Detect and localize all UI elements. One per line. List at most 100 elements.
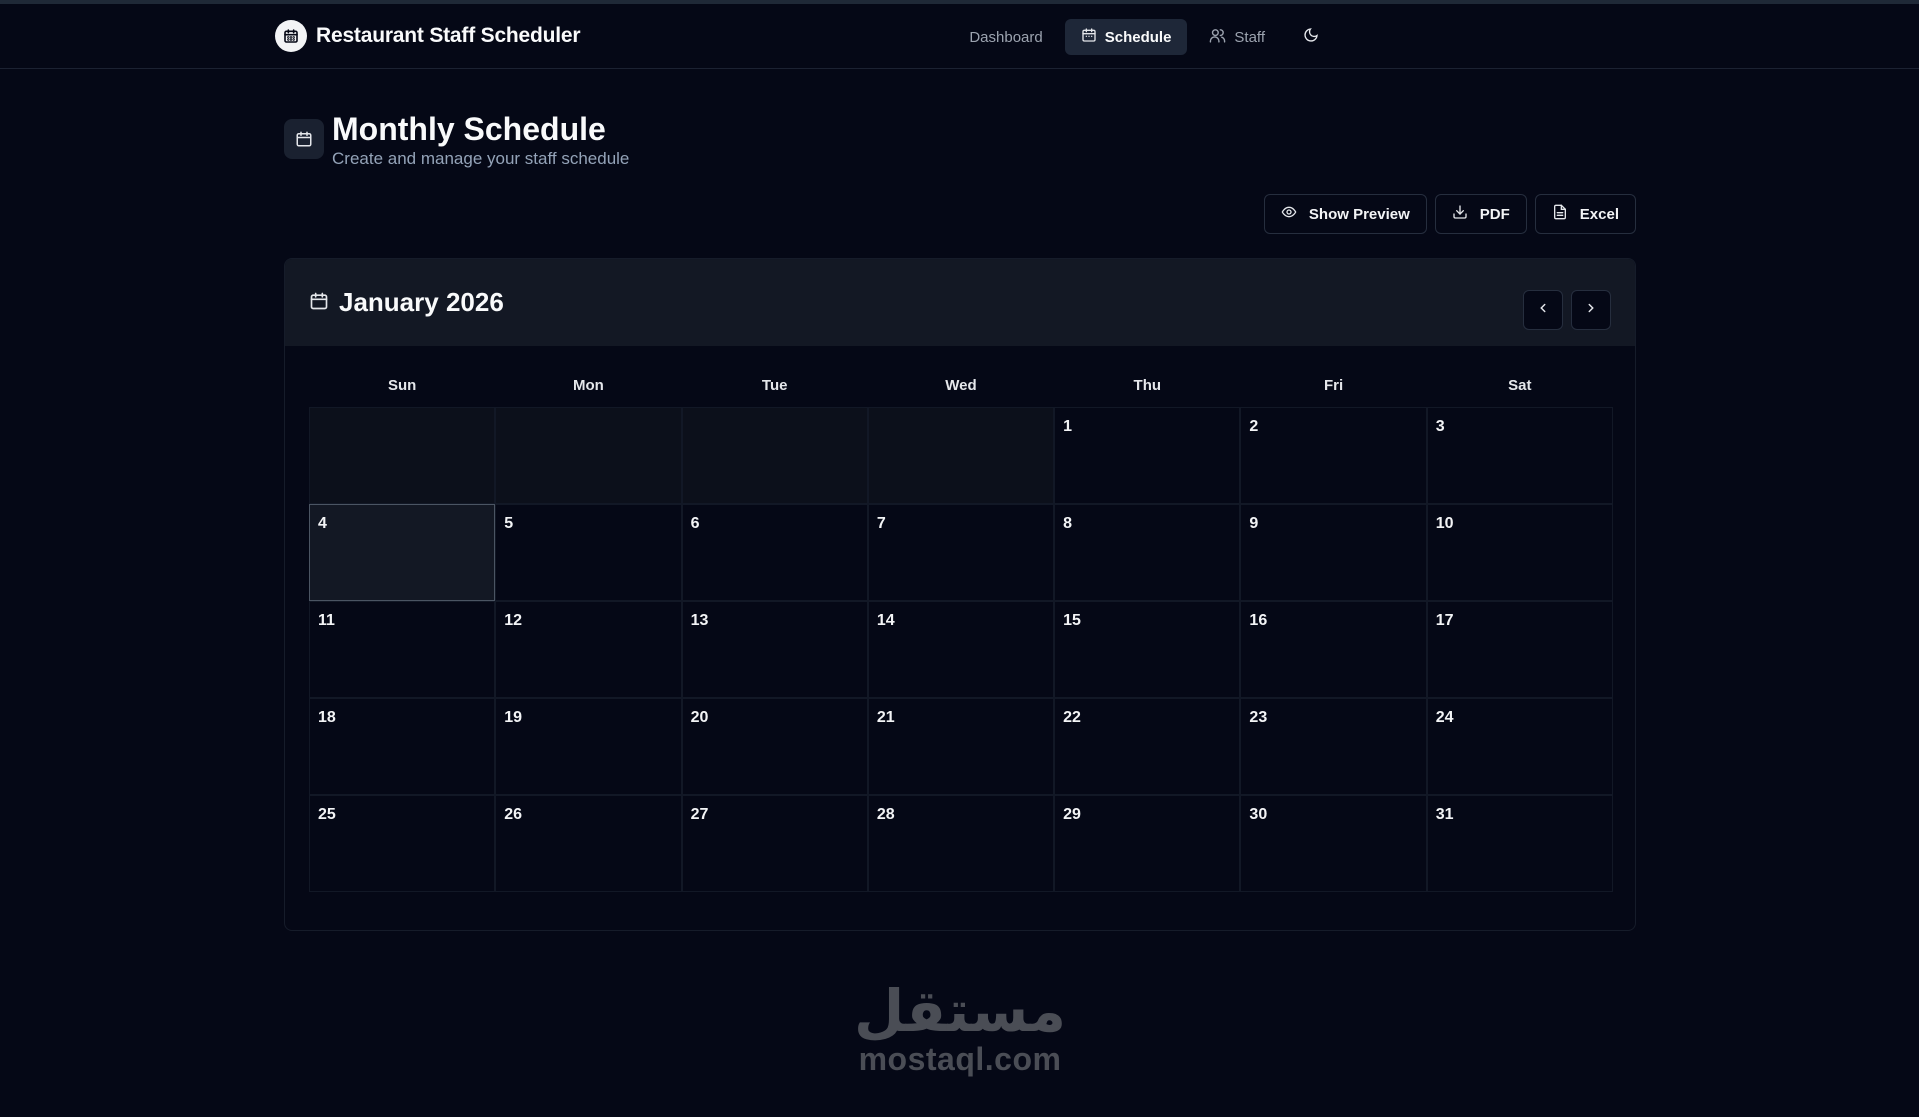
day-cell[interactable]: 18	[309, 698, 496, 795]
watermark-arabic: مستقل	[853, 977, 1067, 1045]
page-subtitle: Create and manage your staff schedule	[332, 149, 630, 168]
day-number: 5	[504, 515, 514, 532]
day-number: 6	[690, 515, 700, 532]
day-cell[interactable]: 17	[1426, 601, 1613, 698]
day-number: 17	[1435, 612, 1454, 629]
chevron-left-icon	[1536, 301, 1550, 320]
day-number: 7	[876, 515, 886, 532]
nav-dashboard-label: Dashboard	[969, 28, 1043, 46]
day-number: 10	[1435, 515, 1454, 532]
eye-icon	[1281, 204, 1297, 224]
brand[interactable]: Restaurant Staff Scheduler	[275, 20, 581, 52]
day-cell[interactable]: 1	[1054, 407, 1241, 504]
day-number: 25	[318, 806, 336, 823]
day-number: 28	[876, 806, 895, 823]
day-cell[interactable]: 4	[309, 504, 496, 601]
download-icon	[1452, 204, 1468, 224]
weekday-label: Sat	[1508, 377, 1532, 394]
weekday-label: Sun	[387, 377, 417, 394]
empty-day-cell	[309, 407, 496, 504]
day-number: 18	[318, 709, 336, 726]
day-cell[interactable]: 27	[681, 795, 868, 892]
weekday-label: Fri	[1323, 377, 1344, 394]
nav-staff-label: Staff	[1234, 28, 1265, 46]
day-cell[interactable]: 30	[1240, 795, 1427, 892]
day-cell[interactable]: 31	[1426, 795, 1613, 892]
day-cell[interactable]: 15	[1054, 601, 1241, 698]
nav-dashboard[interactable]: Dashboard	[953, 19, 1058, 55]
day-cells: 1 2 3 4 5 6 7 8 9 10 11 12 13 14 15 16 17 18 19 20 21 22 23 24 2…	[309, 407, 1613, 892]
day-cell[interactable]: 29	[1054, 795, 1241, 892]
day-number: 27	[690, 806, 709, 823]
day-cell[interactable]: 24	[1426, 698, 1613, 795]
month-label: January 2026	[339, 287, 504, 317]
day-cell[interactable]: 16	[1240, 601, 1427, 698]
day-cell[interactable]: 14	[867, 601, 1055, 698]
file-icon	[1552, 204, 1568, 224]
calendar-icon	[275, 20, 307, 52]
app-title: Restaurant Staff Scheduler	[316, 24, 581, 47]
day-cell[interactable]: 9	[1240, 504, 1427, 601]
day-number: 23	[1249, 709, 1268, 726]
day-cell[interactable]: 8	[1054, 504, 1241, 601]
empty-day-cell	[681, 407, 868, 504]
show-preview-button[interactable]: Show Preview	[1263, 194, 1427, 234]
weekday-label: Wed	[945, 377, 977, 394]
page-title: Monthly Schedule	[332, 111, 606, 147]
moon-icon	[1303, 27, 1319, 48]
day-cell[interactable]: 25	[309, 795, 496, 892]
page-header: Monthly Schedule Create and manage your …	[284, 111, 629, 169]
empty-day-cell	[495, 407, 682, 504]
day-cell[interactable]: 11	[309, 601, 496, 698]
watermark-latin: mostaql.com	[858, 1041, 1062, 1077]
theme-toggle-button[interactable]	[1293, 19, 1329, 55]
day-number: 21	[876, 709, 895, 726]
calendar-grid: Sun Mon Tue Wed Thu Fri Sat 1 2 3 4 5 6 7 8 9 10 1…	[309, 375, 1613, 892]
day-cell[interactable]: 19	[495, 698, 682, 795]
day-cell[interactable]: 12	[495, 601, 682, 698]
day-cell[interactable]: 26	[495, 795, 682, 892]
calendar-icon	[284, 119, 324, 159]
weekday-label: Mon	[573, 377, 604, 394]
day-number: 3	[1435, 418, 1445, 435]
day-cell[interactable]: 10	[1426, 504, 1613, 601]
next-month-button[interactable]	[1571, 290, 1611, 330]
day-cell[interactable]: 22	[1054, 698, 1241, 795]
previous-month-button[interactable]	[1523, 290, 1563, 330]
day-number: 9	[1249, 515, 1259, 532]
month-navigation	[1523, 290, 1611, 330]
excel-button[interactable]: Excel	[1534, 194, 1636, 234]
day-cell[interactable]: 21	[867, 698, 1055, 795]
day-number: 16	[1249, 612, 1268, 629]
day-cell[interactable]: 2	[1240, 407, 1427, 504]
day-number: 8	[1063, 515, 1073, 532]
day-number: 20	[690, 709, 709, 726]
nav-staff[interactable]: Staff	[1193, 19, 1281, 55]
day-number: 1	[1063, 418, 1073, 435]
nav-schedule-label: Schedule	[1104, 28, 1172, 46]
day-number: 26	[504, 806, 523, 823]
day-number: 24	[1435, 709, 1454, 726]
show-preview-label: Show Preview	[1308, 205, 1410, 223]
main-nav: Dashboard Schedule Staff	[953, 19, 1329, 55]
day-number: 12	[504, 612, 523, 629]
day-cell[interactable]: 5	[495, 504, 682, 601]
day-cell[interactable]: 28	[867, 795, 1055, 892]
day-number: 19	[504, 709, 523, 726]
pdf-button[interactable]: PDF	[1434, 194, 1527, 234]
day-number: 22	[1063, 709, 1081, 726]
day-cell[interactable]: 20	[681, 698, 868, 795]
nav-schedule[interactable]: Schedule	[1064, 19, 1188, 55]
day-cell[interactable]: 13	[681, 601, 868, 698]
day-cell[interactable]: 23	[1240, 698, 1427, 795]
day-number: 31	[1435, 806, 1454, 823]
day-cell[interactable]: 3	[1426, 407, 1613, 504]
day-number: 15	[1063, 612, 1081, 629]
app-header: Restaurant Staff Scheduler Dashboard Sch…	[0, 4, 1919, 69]
users-icon	[1209, 27, 1226, 48]
day-cell[interactable]: 7	[867, 504, 1055, 601]
month-title: January 2026	[309, 287, 504, 318]
day-cell[interactable]: 6	[681, 504, 868, 601]
export-actions: Show Preview PDF Excel	[1263, 194, 1636, 234]
day-number: 13	[690, 612, 709, 629]
